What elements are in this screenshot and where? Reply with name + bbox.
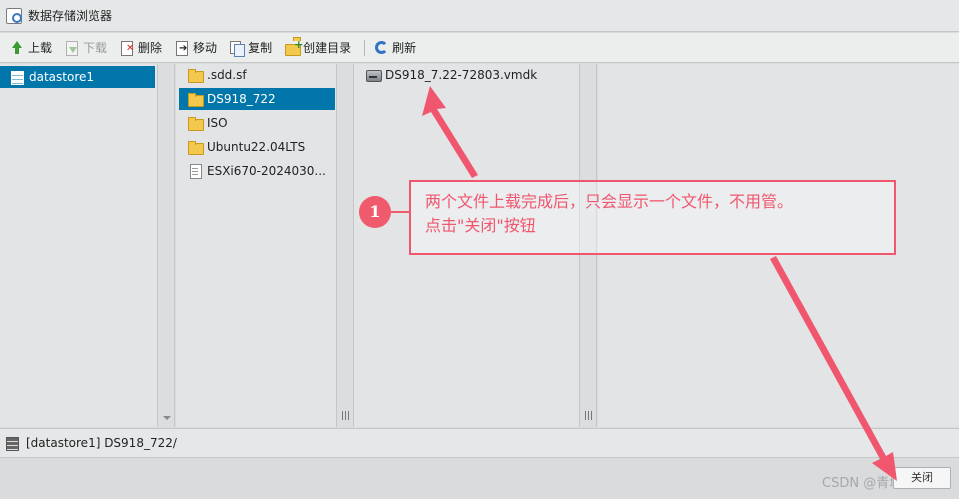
step-badge: 1 [359, 196, 391, 228]
datastore-label: datastore1 [29, 70, 95, 84]
datastore-icon [10, 70, 24, 85]
current-path: [datastore1] DS918_722/ [26, 436, 177, 450]
folder-label: Ubuntu22.04LTS [207, 140, 306, 154]
folder-item[interactable]: ISO [179, 112, 335, 134]
folder-icon [188, 68, 204, 83]
move-button[interactable]: 移动 [175, 39, 217, 56]
move-label: 移动 [193, 41, 218, 55]
folder-item-selected[interactable]: DS918_722 [179, 88, 335, 110]
close-button[interactable]: 关闭 [893, 467, 951, 489]
create-directory-label: 创建目录 [303, 41, 352, 55]
folder-icon [188, 140, 204, 155]
folder-list: .sdd.sf DS918_722 ISO Ubuntu22.04LTS ESX… [176, 64, 337, 427]
folder-item[interactable]: Ubuntu22.04LTS [179, 136, 335, 158]
resize-grip-icon[interactable] [585, 411, 592, 420]
copy-button[interactable]: 复制 [230, 39, 273, 57]
download-icon [65, 40, 79, 56]
folder-list-splitter[interactable] [337, 64, 354, 427]
move-icon [175, 40, 189, 56]
file-item-vmdk[interactable]: DS918_7.22-72803.vmdk [357, 64, 577, 86]
window-title: 数据存储浏览器 [28, 9, 113, 23]
delete-button[interactable]: 删除 [120, 39, 162, 56]
copy-label: 复制 [248, 41, 273, 55]
file-label: DS918_7.22-72803.vmdk [385, 68, 538, 82]
datastore-icon [5, 436, 19, 451]
upload-icon [10, 40, 24, 55]
datastore-list-scrollbar[interactable] [158, 64, 175, 427]
file-label: ESXi670-2024030... [207, 164, 326, 178]
new-folder-icon [285, 36, 302, 56]
refresh-button[interactable]: 刷新 [375, 39, 416, 56]
folder-item[interactable]: .sdd.sf [179, 64, 335, 86]
status-bar: [datastore1] DS918_722/ [0, 428, 959, 458]
copy-icon [230, 40, 246, 57]
refresh-icon [375, 41, 389, 54]
folder-icon [188, 116, 204, 131]
folder-icon [188, 92, 204, 107]
datastore-browser-icon [6, 7, 22, 24]
file-item[interactable]: ESXi670-2024030... [179, 160, 335, 182]
refresh-label: 刷新 [392, 41, 417, 55]
delete-label: 删除 [138, 41, 163, 55]
delete-icon [120, 40, 134, 56]
dialog-footer [0, 459, 959, 499]
folder-label: ISO [207, 116, 228, 130]
resize-grip-icon[interactable] [342, 411, 349, 420]
download-label: 下载 [83, 41, 108, 55]
folder-label: .sdd.sf [207, 68, 247, 82]
datastore-item[interactable]: datastore1 [0, 66, 155, 88]
create-directory-button[interactable]: 创建目录 [285, 36, 352, 56]
toolbar-separator [364, 39, 366, 56]
upload-label: 上载 [28, 41, 53, 55]
callout-connector [391, 211, 409, 213]
folder-label: DS918_722 [207, 92, 276, 106]
virtual-disk-icon [366, 68, 382, 82]
file-icon [188, 164, 202, 179]
scroll-down-arrow-icon[interactable] [163, 416, 171, 420]
annotation-callout: 两个文件上载完成后，只会显示一个文件，不用管。 点击"关闭"按钮 [409, 180, 896, 255]
toolbar: 上载 下载 删除 移动 复制 创建目录 刷新 [0, 33, 959, 63]
title-bar: 数据存储浏览器 [0, 0, 959, 32]
callout-text-line2: 点击"关闭"按钮 [425, 216, 536, 235]
datastore-list: datastore1 [0, 64, 158, 427]
download-button[interactable]: 下载 [65, 39, 107, 56]
upload-button[interactable]: 上载 [10, 39, 52, 56]
callout-text-line1: 两个文件上载完成后，只会显示一个文件，不用管。 [425, 192, 794, 211]
